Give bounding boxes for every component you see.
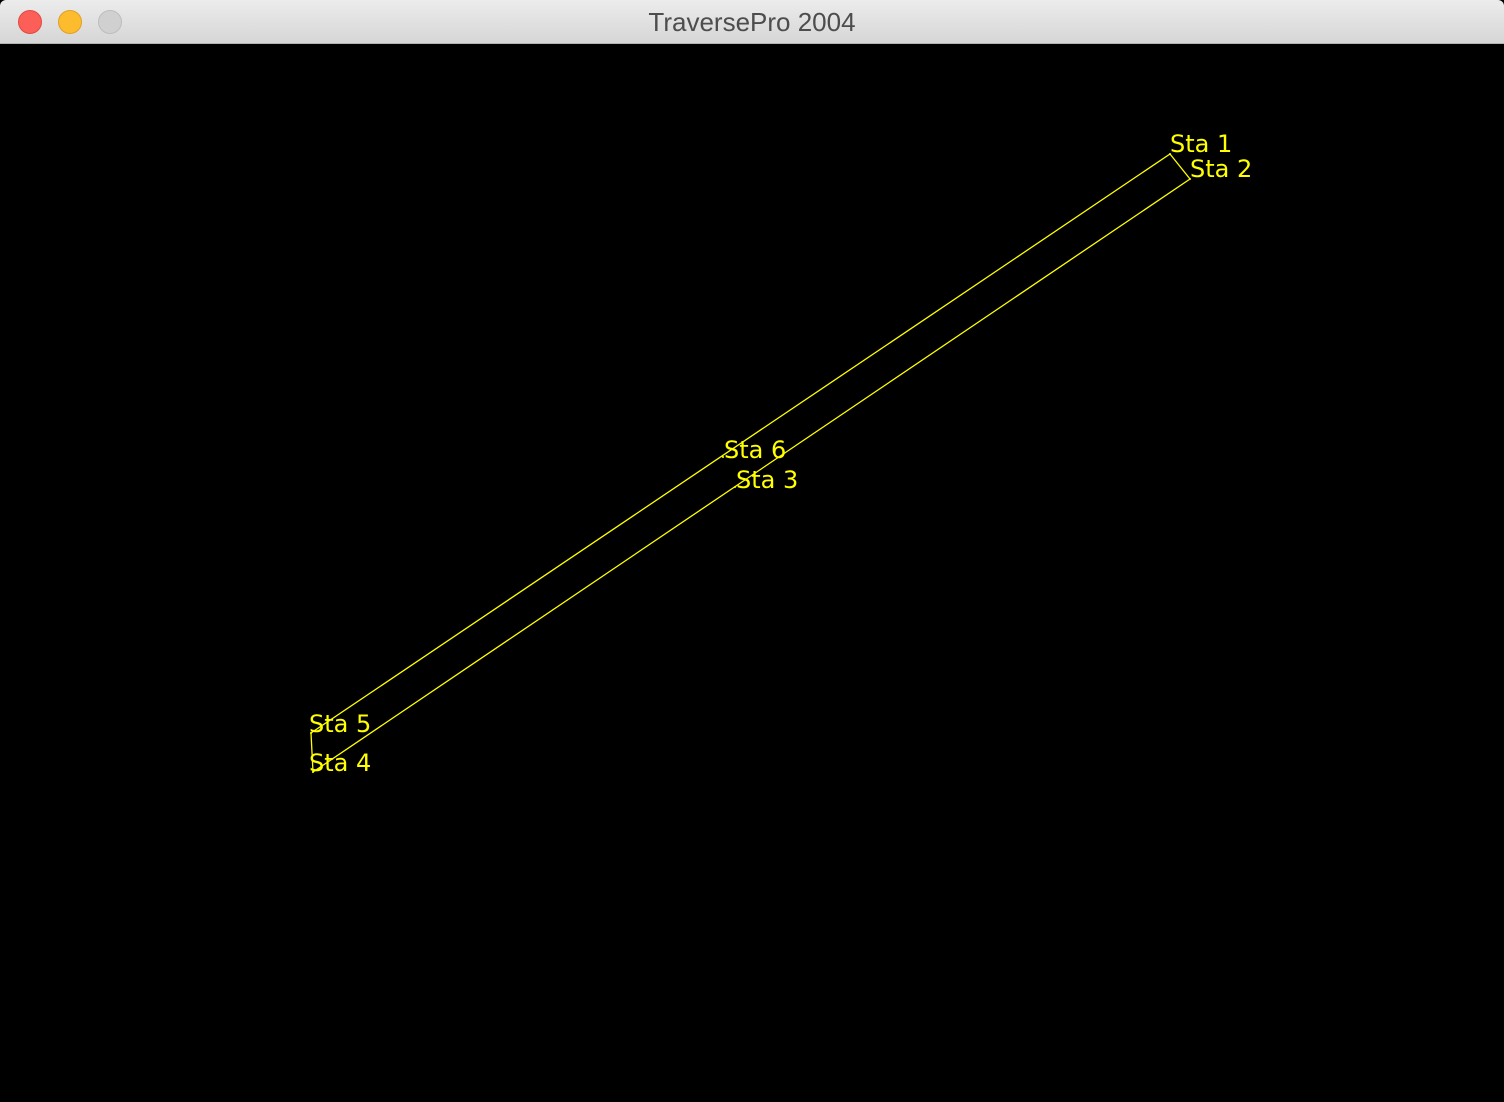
station-label-sta-3: Sta 3 bbox=[736, 466, 798, 494]
title-bar[interactable]: TraversePro 2004 bbox=[0, 0, 1504, 44]
window-title: TraversePro 2004 bbox=[648, 7, 856, 37]
traverse-plot-canvas[interactable]: Sta 1 Sta 2 Sta 3 Sta 4 Sta 5 Sta 6 bbox=[2, 44, 1500, 1100]
station-label-sta-5: Sta 5 bbox=[309, 710, 371, 738]
traverse-plot: Sta 1 Sta 2 Sta 3 Sta 4 Sta 5 Sta 6 bbox=[309, 130, 1252, 777]
station-label-sta-6: Sta 6 bbox=[724, 436, 786, 464]
station-label-sta-4: Sta 4 bbox=[309, 749, 371, 777]
app-window: TraversePro 2004 Sta 1 Sta 2 Sta 3 Sta 4… bbox=[0, 0, 1504, 1102]
station-label-sta-1: Sta 1 bbox=[1170, 130, 1232, 158]
station-label-sta-2: Sta 2 bbox=[1190, 155, 1252, 183]
